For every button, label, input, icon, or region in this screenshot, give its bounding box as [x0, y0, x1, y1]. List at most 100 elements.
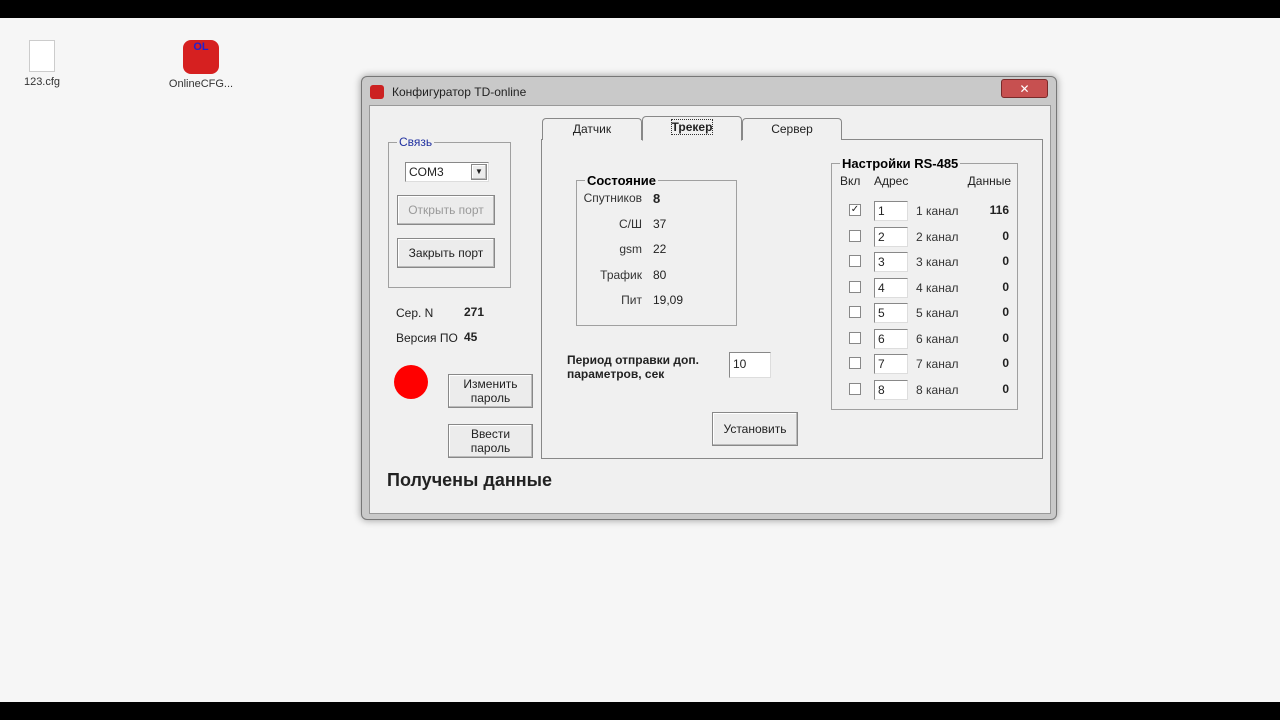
letterbox-bottom [0, 702, 1280, 720]
label: пароль [470, 441, 511, 455]
configurator-window: Конфигуратор TD-online ✕ Связь COM3 ▼ От… [361, 76, 1057, 520]
channel-checkbox[interactable] [849, 229, 861, 242]
channel-name: 7 канал [916, 357, 959, 371]
channel-data: 0 [1002, 356, 1009, 370]
column-on: Вкл [840, 174, 861, 188]
version-label: Версия ПО [396, 331, 458, 345]
column-data: Данные [967, 174, 1011, 188]
channel-name: 1 канал [916, 204, 959, 218]
window-title: Конфигуратор TD-online [392, 85, 527, 99]
change-password-button[interactable]: Изменить пароль [448, 374, 533, 408]
state-value: 19,09 [653, 293, 684, 307]
chevron-down-icon[interactable]: ▼ [471, 164, 487, 180]
tab-server[interactable]: Сервер [742, 118, 842, 140]
state-legend: Состояние [585, 173, 659, 188]
state-label: С/Ш [619, 216, 642, 231]
connection-legend: Связь [397, 135, 435, 149]
state-value: 22 [653, 242, 667, 256]
period-label: Период отправки доп. параметров, сек [567, 353, 699, 381]
state-group: Состояние Спутников 8 С/Ш 37 gsm 22 Трафик … [576, 173, 737, 326]
tab-panel: Датчик Трекер Сервер Состояние Спутников… [541, 116, 1043, 459]
tab-tracker[interactable]: Трекер [642, 116, 742, 141]
label: Изменить [463, 377, 518, 391]
version-value: 45 [464, 330, 478, 344]
rs485-group: Настройки RS-485 Вкл Адрес Данные ✓ 1 1 … [831, 156, 1018, 410]
tab-label: Трекер [670, 119, 714, 135]
channel-data: 116 [989, 203, 1009, 217]
set-button[interactable]: Установить [712, 412, 798, 446]
desktop-icon-file[interactable]: 123.cfg [2, 40, 82, 88]
channel-address-input[interactable]: 6 [874, 328, 908, 349]
channel-name: 5 канал [916, 306, 959, 320]
enter-password-button[interactable]: Ввести пароль [448, 424, 533, 458]
check-icon: ✓ [850, 204, 860, 215]
serial-value: 271 [464, 305, 485, 319]
channel-checkbox[interactable] [849, 280, 861, 293]
channel-row: 6 6 канал 0 [832, 328, 1017, 351]
channel-checkbox[interactable] [849, 331, 861, 344]
channel-row: ✓ 1 1 канал 116 [832, 201, 1017, 223]
desktop-icon-app[interactable]: OL OnlineCFG... [161, 40, 241, 90]
state-label: Пит [621, 293, 642, 307]
status-indicator [394, 365, 428, 399]
channel-name: 2 канал [916, 229, 959, 244]
state-value: 37 [653, 216, 667, 231]
channel-name: 4 канал [916, 280, 959, 295]
file-icon [29, 40, 55, 72]
channel-data: 0 [1002, 279, 1009, 294]
channel-checkbox[interactable]: ✓ [849, 204, 861, 216]
channel-row: 2 2 канал 0 [832, 226, 1017, 249]
label: пароль [470, 391, 511, 405]
channel-name: 3 канал [916, 255, 959, 269]
letterbox-top [0, 0, 1280, 18]
channel-address-input[interactable]: 3 [874, 252, 908, 272]
channel-name: 6 канал [916, 331, 959, 346]
channel-data: 0 [1002, 254, 1009, 268]
column-address: Адрес [874, 174, 909, 188]
app-icon [370, 85, 384, 99]
channel-address-input[interactable]: 4 [874, 277, 908, 298]
channel-name: 8 канал [916, 382, 959, 397]
channel-address-input[interactable]: 1 [874, 201, 908, 221]
status-text: Получены данные [387, 470, 552, 490]
channel-row: 7 7 канал 0 [832, 354, 1017, 376]
state-value: 80 [653, 267, 667, 282]
state-label: gsm [619, 242, 642, 256]
channel-row: 4 4 канал 0 [832, 277, 1017, 300]
close-port-button[interactable]: Закрыть порт [397, 238, 495, 268]
label: Период отправки доп. [567, 353, 699, 367]
state-label: Спутников [583, 191, 642, 205]
label: параметров, сек [567, 367, 665, 381]
channel-checkbox[interactable] [849, 382, 861, 395]
label: Ввести [470, 427, 511, 441]
channel-address-input[interactable]: 8 [874, 379, 908, 400]
state-label: Трафик [600, 267, 642, 282]
channel-row: 3 3 канал 0 [832, 252, 1017, 274]
state-value: 8 [653, 191, 661, 206]
serial-label: Сер. N [396, 306, 434, 320]
channel-address-input[interactable]: 2 [874, 226, 908, 247]
close-button[interactable]: ✕ [1001, 79, 1048, 98]
tab-sensor[interactable]: Датчик [542, 118, 642, 140]
open-port-button[interactable]: Открыть порт [397, 195, 495, 225]
channel-address-input[interactable]: 5 [874, 303, 908, 323]
app-icon: OL [183, 40, 219, 74]
channel-data: 0 [1002, 305, 1009, 319]
desktop-icon-label: OnlineCFG... [168, 78, 234, 90]
channel-row: 8 8 канал 0 [832, 379, 1017, 402]
channel-address-input[interactable]: 7 [874, 354, 908, 374]
desktop-icon-label: 123.cfg [23, 76, 61, 88]
channel-checkbox[interactable] [849, 306, 861, 318]
channel-checkbox[interactable] [849, 357, 861, 369]
rs485-legend: Настройки RS-485 [840, 156, 961, 171]
channel-row: 5 5 канал 0 [832, 303, 1017, 325]
port-select[interactable]: COM3 ▼ [405, 162, 489, 182]
channel-data: 0 [1002, 228, 1009, 243]
port-value: COM3 [409, 165, 444, 179]
client-area: Связь COM3 ▼ Открыть порт Закрыть порт С… [369, 105, 1051, 514]
connection-group: Связь COM3 ▼ Открыть порт Закрыть порт [388, 135, 511, 288]
period-input[interactable]: 10 [729, 352, 771, 378]
channel-data: 0 [1002, 330, 1009, 345]
channel-data: 0 [1002, 381, 1009, 396]
channel-checkbox[interactable] [849, 255, 861, 267]
